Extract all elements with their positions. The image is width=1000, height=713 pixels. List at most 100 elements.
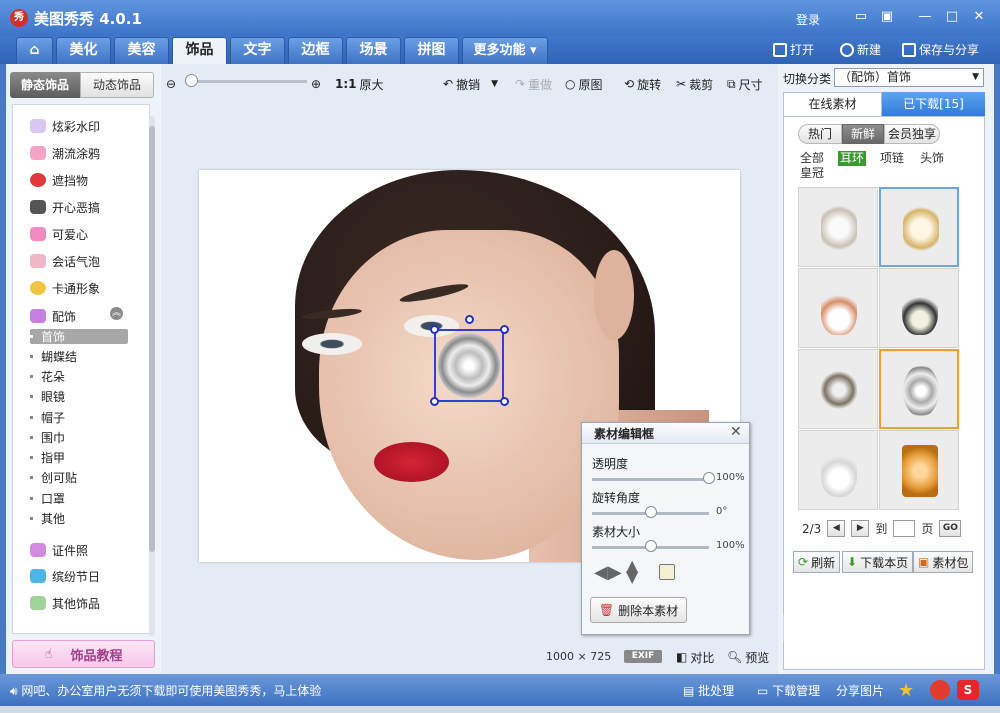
filter-all[interactable]: 全部 [800, 151, 824, 166]
sticker-resize-handle[interactable] [430, 325, 439, 334]
zoom-out-icon[interactable]: ⊖ [166, 75, 176, 93]
filter-necklace[interactable]: 项链 [880, 151, 904, 166]
material-thumb[interactable] [879, 430, 959, 510]
refresh-button[interactable]: ⟳ 刷新 [793, 551, 841, 573]
message-icon[interactable]: ▭ [852, 8, 870, 26]
sticker-resize-handle[interactable] [430, 397, 439, 406]
feedback-icon[interactable]: ▣ [878, 8, 896, 26]
original-button[interactable]: ○ 原图 [565, 75, 603, 93]
go-button[interactable]: GO [939, 520, 962, 537]
pill-hot[interactable]: 热门 [798, 124, 842, 144]
subcategory-item[interactable]: 围巾 [30, 428, 65, 446]
category-select[interactable]: （配饰）首饰 ▼ [834, 68, 984, 87]
tab-beauty[interactable]: 美容 [114, 37, 169, 64]
tutorial-button[interactable]: ☝ 饰品教程 [12, 640, 155, 668]
sogou-icon[interactable]: S [957, 680, 979, 700]
tab-text[interactable]: 文字 [230, 37, 285, 64]
zoom-slider[interactable] [185, 80, 307, 83]
pill-fresh[interactable]: 新鲜 [842, 124, 884, 144]
close-button[interactable]: ✕ [970, 8, 988, 26]
sticker-rotate-handle[interactable] [465, 315, 474, 324]
tab-scene[interactable]: 场景 [346, 37, 401, 64]
rotate-button[interactable]: ⟲ 旋转 [624, 75, 661, 93]
subcategory-item[interactable]: 其他 [30, 509, 65, 527]
material-thumb[interactable] [798, 349, 878, 429]
tab-static-accessories[interactable]: 静态饰品 [10, 72, 80, 98]
home-tab[interactable]: ⌂ [16, 37, 53, 64]
rotate-angle-slider-knob[interactable] [644, 506, 657, 518]
category-item[interactable]: 卡通形象 [30, 277, 100, 299]
category-item[interactable]: 可爱心 [30, 223, 88, 245]
zoom-in-icon[interactable]: ⊕ [311, 75, 321, 93]
subcategory-item[interactable]: 花朵 [30, 367, 65, 385]
filter-earrings[interactable]: 耳环 [838, 151, 867, 166]
actual-size-button[interactable]: 1:1 原大 [335, 75, 384, 93]
tab-downloaded[interactable]: 已下载[15] [882, 92, 985, 116]
minimize-button[interactable]: — [916, 8, 934, 26]
tab-collage[interactable]: 拼图 [404, 37, 459, 64]
subcategory-item[interactable]: 口罩 [30, 489, 65, 507]
exif-button[interactable]: EXIF [624, 650, 662, 663]
compare-button[interactable]: ◧ 对比 [676, 648, 714, 666]
undo-button[interactable]: ↶ 撤销 ▼ [443, 75, 498, 93]
download-manager-button[interactable]: ▭ 下载管理 [757, 682, 820, 699]
subcategory-item[interactable]: 眼镜 [30, 387, 65, 405]
material-thumb[interactable] [879, 268, 959, 348]
category-item[interactable]: 缤纷节日 [30, 565, 100, 587]
weibo-icon[interactable] [930, 680, 950, 700]
opacity-slider-knob[interactable] [703, 472, 715, 484]
next-page-button[interactable]: ▶ [851, 520, 870, 537]
edit-box-close-icon[interactable]: ✕ [730, 424, 742, 440]
prev-page-button[interactable]: ◀ [827, 520, 846, 537]
material-thumb[interactable] [798, 187, 878, 267]
zoom-slider-knob[interactable] [185, 74, 198, 87]
tab-more-features[interactable]: 更多功能 ▾ [462, 37, 548, 64]
category-item[interactable]: 证件照 [30, 539, 88, 561]
pill-vip[interactable]: 会员独享 [884, 124, 940, 144]
login-link[interactable]: 登录 [796, 11, 820, 28]
sticker-resize-handle[interactable] [500, 397, 509, 406]
material-thumb[interactable] [798, 268, 878, 348]
material-thumb[interactable] [879, 187, 959, 267]
material-size-slider-knob[interactable] [644, 540, 657, 552]
sticker-resize-handle[interactable] [500, 325, 509, 334]
share-image-button[interactable]: 分享图片 [836, 682, 884, 699]
category-item[interactable]: 其他饰品 [30, 592, 100, 614]
download-page-button[interactable]: ⬇ 下载本页 [842, 551, 914, 573]
opacity-slider[interactable] [592, 478, 709, 481]
status-message[interactable]: 🔊︎ 网吧、办公室用户无须下载即可使用美图秀秀，马上体验 [10, 682, 321, 699]
star-icon[interactable]: ★ [898, 680, 918, 701]
category-group-accessory[interactable]: 配饰 [30, 305, 76, 327]
category-item[interactable]: 开心恶搞 [30, 196, 100, 218]
material-pack-button[interactable]: ▣ 素材包 [913, 551, 974, 573]
subcategory-item[interactable]: 蝴蝶结 [30, 347, 77, 365]
flip-vertical-icon[interactable]: ▲ ▼ [626, 558, 638, 585]
material-thumb[interactable] [798, 430, 878, 510]
tab-online-materials[interactable]: 在线素材 [783, 92, 882, 116]
subcategory-item[interactable]: 帽子 [30, 408, 65, 426]
preview-button[interactable]: 🔍︎ 预览 [727, 648, 769, 666]
flip-horizontal-icon[interactable]: ◀▶ [594, 562, 622, 583]
maximize-button[interactable]: □ [943, 8, 961, 26]
delete-material-button[interactable]: 🗑︎ 删除本素材 [590, 597, 687, 623]
new-button[interactable]: 新建 [840, 41, 881, 58]
sticker-selection-frame[interactable] [434, 329, 504, 402]
subcategory-item[interactable]: 首饰 [30, 327, 65, 345]
material-thumb[interactable] [879, 349, 959, 429]
tab-dynamic-accessories[interactable]: 动态饰品 [80, 72, 154, 98]
tab-accessories[interactable]: 饰品 [172, 37, 227, 64]
tab-frame[interactable]: 边框 [288, 37, 343, 64]
save-share-button[interactable]: 保存与分享 [902, 41, 979, 58]
copy-layer-icon[interactable] [659, 564, 675, 580]
page-number-input[interactable] [893, 520, 916, 537]
subcategory-item[interactable]: 指甲 [30, 448, 65, 466]
tab-beautify[interactable]: 美化 [56, 37, 111, 64]
redo-button[interactable]: ↷ 重做 [515, 75, 552, 93]
category-item[interactable]: 炫彩水印 [30, 115, 100, 137]
category-item[interactable]: 会话气泡 [30, 250, 100, 272]
resize-button[interactable]: ⧉ 尺寸 [727, 75, 763, 93]
subcategory-item[interactable]: 创可贴 [30, 468, 77, 486]
filter-crown[interactable]: 皇冠 [800, 166, 824, 181]
open-button[interactable]: 打开 [773, 41, 814, 58]
batch-button[interactable]: ▤ 批处理 [683, 682, 734, 699]
